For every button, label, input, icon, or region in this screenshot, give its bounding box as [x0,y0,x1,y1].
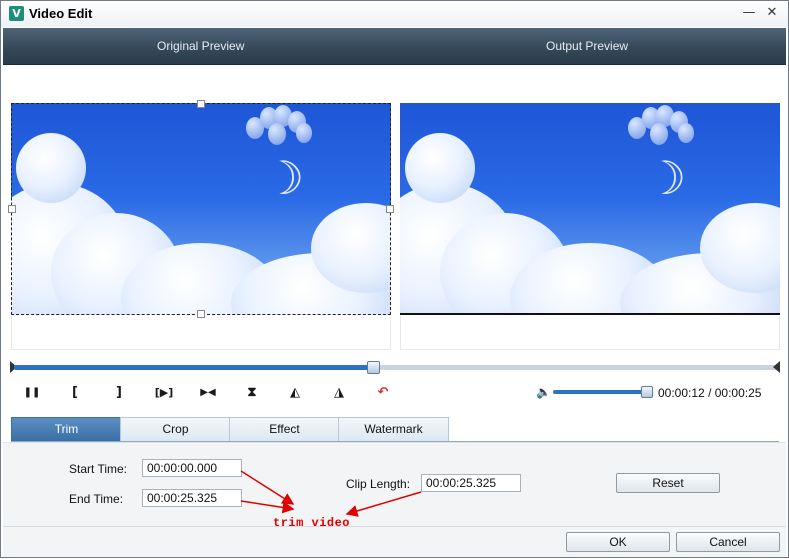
current-time: 00:00:12 [658,386,705,400]
close-button[interactable]: ✕ [762,4,782,22]
next-frame-button[interactable]: ▶◀ [195,383,221,403]
seek-end-marker-icon[interactable] [773,361,780,373]
original-preview-label: Original Preview [157,39,245,53]
mark-out-button[interactable]: ] [109,383,129,403]
output-preview-baseline [400,313,780,315]
tab-watermark[interactable]: Watermark [338,417,449,441]
title-bar: V Video Edit — ✕ [1,1,788,27]
edit-tabs: Trim Crop Effect Watermark [11,417,779,442]
preview-area: ☽ ☽ [3,65,786,355]
minimize-button[interactable]: — [739,4,759,22]
end-time-label: End Time: [69,492,124,506]
rotate-right-button[interactable]: ◮ [329,383,349,403]
preview-header: Original Preview Output Preview [3,28,786,65]
volume-slider-thumb[interactable] [641,386,654,398]
seek-bar-thumb[interactable] [367,361,381,374]
tab-crop[interactable]: Crop [120,417,231,441]
volume-slider[interactable] [553,386,654,398]
start-time-input[interactable] [142,459,242,477]
window-title: Video Edit [29,6,93,21]
volume-slider-fill [553,390,647,394]
app-logo-icon: V [9,6,24,21]
tab-effect[interactable]: Effect [229,417,340,441]
crop-frame[interactable] [11,103,391,315]
pause-button[interactable]: ❚❚ [22,383,42,403]
output-preview-label: Output Preview [546,39,629,53]
time-readout: 00:00:12 / 00:00:25 [658,386,761,400]
clip-length-label: Clip Length: [346,477,411,491]
original-preview-bottom [11,316,391,350]
time-separator: / [708,386,712,400]
ok-button[interactable]: OK [566,532,670,552]
dialog-footer: OK Cancel [3,526,786,557]
flip-vertical-button[interactable]: ⧗ [242,383,262,403]
crop-handle-top[interactable] [197,100,205,108]
moon-icon: ☽ [645,151,687,205]
mark-in-button[interactable]: [ [65,383,85,403]
start-time-label: Start Time: [69,462,128,476]
play-segment-button[interactable]: [▶] [149,383,179,403]
seek-bar[interactable] [14,361,777,374]
end-time-input[interactable] [142,489,242,507]
volume-icon[interactable]: 🔈 [536,385,551,399]
crop-handle-right[interactable] [386,205,394,213]
output-preview-video: ☽ [400,103,780,315]
output-preview-bottom [400,316,780,350]
crop-handle-left[interactable] [8,205,16,213]
clip-length-field [421,474,521,492]
cancel-button[interactable]: Cancel [676,532,780,552]
trim-panel: Start Time: End Time: Clip Length: Reset [3,442,786,526]
video-edit-window: V Video Edit — ✕ Original Preview Output… [0,0,789,558]
tab-trim[interactable]: Trim [11,417,122,441]
seek-bar-fill [14,365,373,370]
undo-button[interactable]: ↶ [373,383,393,403]
reset-button[interactable]: Reset [616,473,720,493]
rotate-left-button[interactable]: ◭ [285,383,305,403]
balloons-image [628,105,698,150]
total-time: 00:00:25 [714,386,762,400]
